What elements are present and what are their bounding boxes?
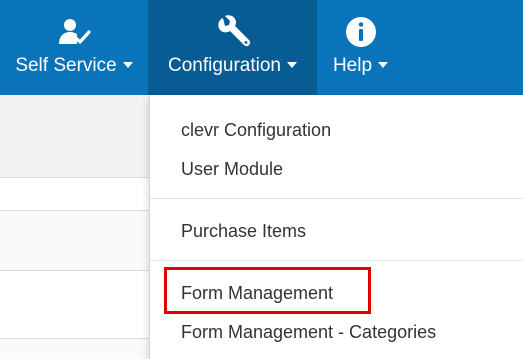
- caret-down-icon: [378, 62, 389, 68]
- nav-configuration-label: Configuration: [167, 55, 282, 76]
- background-row: [0, 338, 150, 359]
- top-navbar: Self Service Configuration Help: [0, 0, 523, 95]
- nav-configuration[interactable]: Configuration: [148, 0, 317, 95]
- menu-item-form-management-categories[interactable]: Form Management - Categories: [181, 320, 436, 344]
- caret-down-icon: [122, 62, 133, 68]
- user-check-icon: [59, 19, 91, 44]
- menu-divider: [150, 260, 523, 261]
- background-row: [0, 177, 150, 210]
- nav-help[interactable]: Help: [317, 0, 404, 95]
- background-content: [0, 95, 150, 359]
- menu-item-form-management[interactable]: Form Management: [181, 281, 333, 305]
- wrench-icon: [218, 15, 251, 47]
- menu-item-purchase-items[interactable]: Purchase Items: [181, 219, 306, 243]
- background-row: [0, 210, 150, 270]
- nav-self-service[interactable]: Self Service: [0, 0, 148, 95]
- nav-self-service-label: Self Service: [15, 55, 117, 76]
- configuration-dropdown-menu: clevr Configuration User Module Purchase…: [149, 95, 523, 359]
- caret-down-icon: [287, 62, 298, 68]
- menu-divider: [150, 198, 523, 199]
- background-row: [0, 95, 150, 177]
- background-row: [0, 270, 150, 338]
- menu-item-user-module[interactable]: User Module: [181, 157, 283, 181]
- nav-help-label: Help: [332, 55, 373, 76]
- menu-item-clevr-configuration[interactable]: clevr Configuration: [181, 118, 331, 142]
- info-icon: [346, 17, 376, 47]
